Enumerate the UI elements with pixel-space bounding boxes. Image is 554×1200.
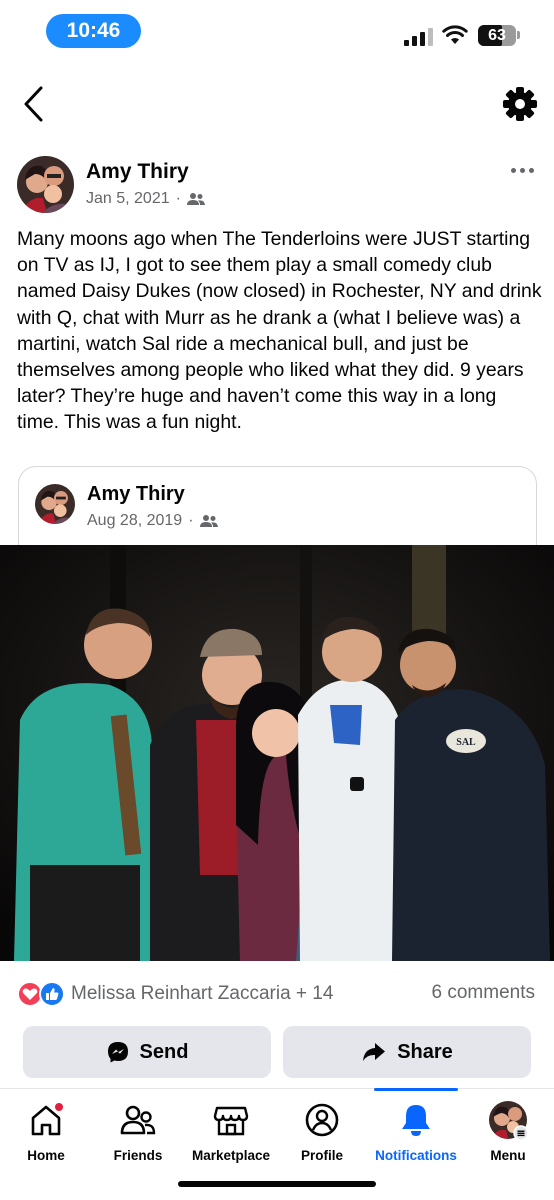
profile-icon (302, 1100, 342, 1140)
friends-audience-icon (199, 515, 218, 527)
photo-shirt-text: SAL (456, 737, 476, 748)
reactions-summary[interactable]: Melissa Reinhart Zaccaria + 14 (17, 980, 333, 1008)
chevron-left-icon (24, 86, 43, 122)
status-bar: 10:46 63 (0, 0, 554, 62)
tab-notifications[interactable]: Notifications (370, 1100, 462, 1166)
settings-button[interactable] (500, 84, 540, 124)
author-avatar[interactable] (17, 156, 74, 213)
heart-icon (22, 988, 38, 1000)
send-button[interactable]: Send (23, 1026, 271, 1078)
tab-label-notifications: Notifications (375, 1148, 457, 1163)
shared-author-avatar[interactable] (35, 484, 75, 524)
share-button[interactable]: Share (283, 1026, 531, 1078)
marketplace-icon (211, 1100, 251, 1140)
active-tab-indicator (374, 1088, 458, 1091)
battery-level: 63 (488, 27, 506, 44)
post-meta: Jan 5, 2021 · (86, 190, 205, 208)
notification-badge-dot (53, 1101, 65, 1113)
tab-label-marketplace: Marketplace (191, 1148, 271, 1163)
bell-icon (396, 1100, 436, 1140)
tab-menu[interactable]: Menu (480, 1100, 536, 1166)
menu-avatar-icon (488, 1100, 529, 1141)
tab-label-profile: Profile (300, 1148, 343, 1163)
gear-icon (503, 87, 537, 121)
tab-marketplace[interactable]: Marketplace (186, 1100, 276, 1166)
shared-post-meta: Aug 28, 2019 · (87, 512, 218, 530)
tab-label-home: Home (27, 1148, 65, 1163)
meta-separator: · (188, 512, 194, 529)
post-date[interactable]: Jan 5, 2021 (86, 190, 170, 208)
more-horizontal-icon (511, 168, 516, 173)
status-time: 10:46 (46, 14, 141, 48)
reactors-text: Melissa Reinhart Zaccaria + 14 (71, 983, 334, 1004)
send-label: Send (139, 1040, 189, 1063)
share-arrow-icon (363, 1043, 386, 1061)
tab-label-friends: Friends (113, 1148, 163, 1163)
thumbs-up-icon (46, 988, 59, 1000)
back-button[interactable] (14, 82, 56, 126)
share-label: Share (397, 1040, 453, 1063)
tab-profile[interactable]: Profile (294, 1100, 350, 1166)
tab-label-menu: Menu (490, 1148, 526, 1163)
more-dot (520, 168, 525, 173)
meta-separator: · (175, 190, 181, 207)
cellular-signal-icon (404, 28, 434, 46)
tab-home[interactable]: Home (18, 1100, 74, 1166)
avatar-photo (35, 484, 75, 524)
post-author-name[interactable]: Amy Thiry (86, 160, 189, 184)
friends-icon (118, 1100, 158, 1140)
tab-friends[interactable]: Friends (110, 1100, 166, 1166)
shared-post-date[interactable]: Aug 28, 2019 (87, 512, 182, 530)
friends-audience-icon (186, 193, 205, 205)
home-icon (26, 1100, 66, 1140)
messenger-icon (107, 1042, 128, 1063)
avatar-photo (17, 156, 74, 213)
group-photo-illustration: SAL (0, 545, 554, 961)
more-dot (529, 168, 534, 173)
post-photo[interactable]: SAL (0, 545, 554, 961)
comments-count[interactable]: 6 comments (432, 982, 535, 1004)
battery-icon: 63 (478, 25, 516, 46)
wifi-icon (442, 25, 468, 44)
post-body-text: Many moons ago when The Tenderloins were… (17, 228, 542, 434)
like-reaction-icon (39, 981, 65, 1007)
home-indicator (178, 1181, 376, 1187)
more-options-button[interactable] (508, 160, 538, 180)
battery-cap (517, 31, 520, 39)
shared-author-name[interactable]: Amy Thiry (87, 483, 185, 506)
